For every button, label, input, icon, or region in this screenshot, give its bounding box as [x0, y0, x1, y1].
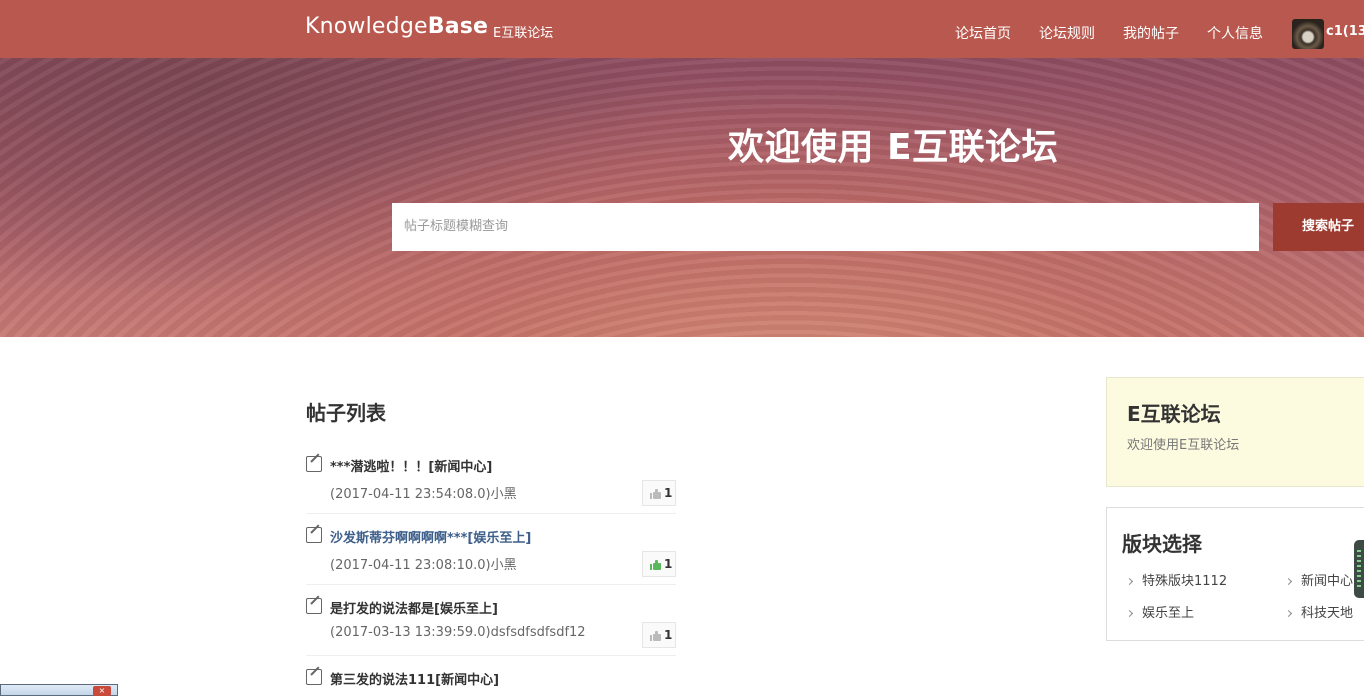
- thumbs-up-icon: [650, 489, 661, 499]
- section-link-label: 科技天地: [1301, 606, 1354, 621]
- post-list-title: 帖子列表: [306, 401, 386, 425]
- nav-item-my-posts[interactable]: 我的帖子: [1123, 23, 1179, 43]
- like-button[interactable]: 1: [642, 551, 676, 577]
- section-link[interactable]: 新闻中心: [1284, 570, 1354, 589]
- forum-intro-card: E互联论坛 欢迎使用E互联论坛: [1106, 377, 1364, 487]
- search-input[interactable]: [392, 203, 1259, 251]
- section-selector-card: 版块选择 特殊版块1112 新闻中心 娱乐至上 科技天地: [1106, 507, 1364, 641]
- search-button[interactable]: 搜索帖子: [1273, 203, 1364, 251]
- section-link[interactable]: 科技天地: [1284, 602, 1354, 621]
- post-title-link[interactable]: 是打发的说法都是[娱乐至上]: [330, 598, 498, 617]
- top-navbar: KnowledgeBase E互联论坛 论坛首页 论坛规则 我的帖子 个人信息 …: [0, 0, 1364, 58]
- nav-item-rules[interactable]: 论坛规则: [1039, 23, 1095, 43]
- nav-item-profile[interactable]: 个人信息: [1207, 23, 1263, 43]
- nav-item-home[interactable]: 论坛首页: [955, 23, 1011, 43]
- section-link[interactable]: 特殊版块1112: [1125, 570, 1228, 589]
- thumbs-up-icon: [650, 560, 661, 570]
- like-button[interactable]: 1: [642, 622, 676, 648]
- edit-icon: [306, 527, 322, 543]
- chevron-right-icon: [1125, 577, 1134, 586]
- edit-icon: [306, 456, 322, 472]
- side-scroll-handle[interactable]: [1354, 540, 1364, 598]
- chevron-right-icon: [1125, 609, 1134, 618]
- section-link[interactable]: 娱乐至上: [1125, 602, 1195, 621]
- forum-intro-text: 欢迎使用E互联论坛: [1127, 438, 1240, 453]
- section-selector-title: 版块选择: [1122, 532, 1202, 556]
- list-item: 是打发的说法都是[娱乐至上] (2017-03-13 13:39:59.0)ds…: [306, 596, 676, 656]
- post-meta: (2017-04-11 23:08:10.0)小黑: [330, 558, 517, 573]
- list-item: 第三发的说法111[新闻中心]: [306, 667, 676, 696]
- post-title-link[interactable]: 沙发斯蒂芬啊啊啊啊***[娱乐至上]: [330, 527, 531, 546]
- hero-title: 欢迎使用 E互联论坛: [728, 127, 1059, 168]
- close-icon[interactable]: ×: [93, 686, 111, 696]
- like-count: 1: [664, 557, 673, 571]
- post-title-link[interactable]: 第三发的说法111[新闻中心]: [330, 669, 499, 688]
- brand-subtitle: E互联论坛: [493, 26, 554, 41]
- like-count: 1: [664, 628, 673, 642]
- user-name[interactable]: c1(138: [1326, 24, 1364, 39]
- section-link-label: 娱乐至上: [1142, 606, 1195, 621]
- section-link-label: 新闻中心: [1301, 574, 1354, 589]
- hero-background-pattern: [0, 58, 1364, 337]
- like-count: 1: [664, 486, 673, 500]
- avatar[interactable]: [1292, 19, 1324, 49]
- post-meta: (2017-04-11 23:54:08.0)小黑: [330, 487, 517, 502]
- chevron-right-icon: [1284, 577, 1293, 586]
- post-meta: (2017-03-13 13:39:59.0)dsfsdfsdfsdf12: [330, 625, 586, 640]
- list-item: ***潜逃啦！！！[新闻中心] (2017-04-11 23:54:08.0)小…: [306, 454, 676, 514]
- brand-name-bold: Base: [427, 14, 489, 39]
- hero-banner: 欢迎使用 E互联论坛 搜索帖子: [0, 58, 1364, 337]
- edit-icon: [306, 669, 322, 685]
- post-title-link[interactable]: ***潜逃啦！！！[新闻中心]: [330, 456, 492, 475]
- forum-intro-title: E互联论坛: [1127, 402, 1221, 426]
- chevron-right-icon: [1284, 609, 1293, 618]
- brand-logo[interactable]: KnowledgeBase: [305, 14, 488, 39]
- thumbs-up-icon: [650, 631, 661, 641]
- section-link-label: 特殊版块1112: [1142, 574, 1228, 589]
- edit-icon: [306, 598, 322, 614]
- brand-name-light: Knowledge: [305, 14, 428, 39]
- like-button[interactable]: 1: [642, 480, 676, 506]
- list-item: 沙发斯蒂芬啊啊啊啊***[娱乐至上] (2017-04-11 23:08:10.…: [306, 525, 676, 585]
